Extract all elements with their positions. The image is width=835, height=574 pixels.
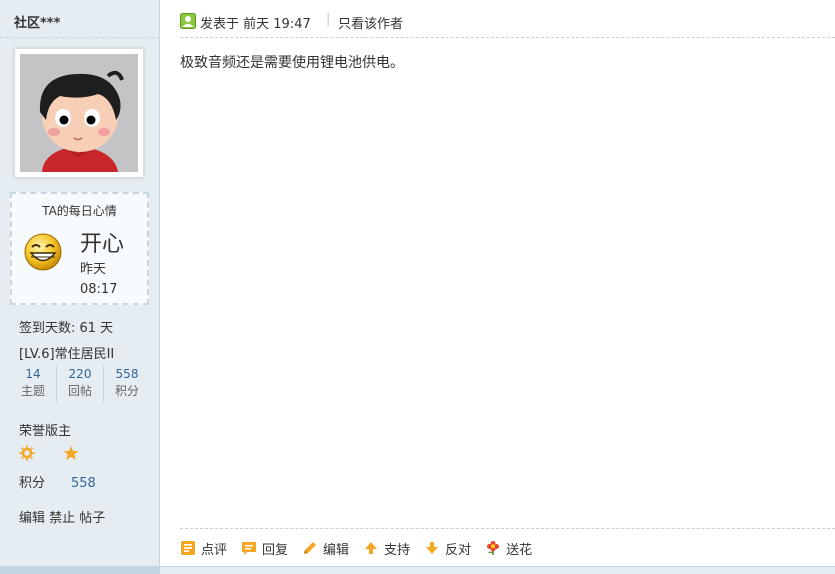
posted-label: 发表于 [200,17,240,32]
score-value[interactable]: 558 [71,476,96,491]
user-level[interactable]: [LV.6]常住居民II [19,343,114,362]
score-label: 积分 [19,476,46,491]
reply-button[interactable]: 回复 [241,539,288,558]
divider [180,528,835,529]
post-bottom-bar [160,566,835,574]
star-icon [63,445,79,465]
only-author-link[interactable]: 只看该作者 [338,13,403,32]
counter-points[interactable]: 558 积分 [103,366,150,402]
score-row: 积分 558 [19,472,96,491]
happy-face-icon [23,232,63,276]
reply-icon [242,542,257,555]
avatar-frame[interactable] [14,48,144,178]
sun-icon [19,445,35,465]
edit-label: 编辑 [323,542,350,558]
support-button[interactable]: 支持 [363,539,410,558]
daily-mood-box: TA的每日心情 开心 昨天 08:17 [10,192,149,305]
thumb-down-icon [426,542,439,554]
online-user-icon [180,13,196,33]
counter-label: 主题 [20,384,45,398]
counter-value[interactable]: 14 [10,366,56,383]
counter-label: 积分 [114,384,139,398]
edit-icon [304,542,317,554]
moon-icon [41,445,57,465]
username[interactable]: 社区*** [14,12,60,31]
sign-days: 签到天数: 61 天 [19,321,114,336]
rank-medals [19,445,79,465]
user-group[interactable]: 荣誉版主 [19,420,71,439]
counter-value[interactable]: 220 [57,366,103,383]
user-sidebar: 社区*** TA的每日心情 开心 昨天 08:17 签到天数: 61 天 [LV… [0,0,160,574]
counter-label: 回帖 [67,384,92,398]
edit-button[interactable]: 编辑 [302,539,349,558]
flower-icon [487,541,500,555]
counter-value[interactable]: 558 [104,366,150,383]
support-label: 支持 [384,542,411,558]
send-flower-label: 送花 [506,542,533,558]
comment-label: 点评 [201,542,228,558]
admin-links[interactable]: 编辑 禁止 帖子 [19,507,105,526]
oppose-button[interactable]: 反对 [424,539,471,558]
reply-label: 回复 [262,542,289,558]
counter-replies[interactable]: 220 回帖 [56,366,103,402]
post-content: 极致音频还是需要使用锂电池供电。 [180,55,404,71]
mood-time: 昨天 08:17 [80,262,118,297]
counter-topics[interactable]: 14 主题 [10,366,56,402]
divider [0,37,160,38]
post-actions: 点评 回复 编辑 支持 反对 送花 [180,538,546,558]
avatar[interactable] [20,54,138,172]
posted-time: 前天 19:47 [243,17,311,32]
user-counters: 14 主题 220 回帖 558 积分 [10,366,150,402]
post-header: 发表于 前天 19:47 | 只看该作者 [180,12,835,38]
send-flower-button[interactable]: 送花 [485,539,532,558]
mood-word: 开心 [80,232,125,257]
sidebar-bottom-bar [0,566,160,574]
comment-icon [181,541,195,555]
post-time: 发表于 前天 19:47 [200,13,311,32]
mood-title: TA的每日心情 [42,204,117,218]
thumb-up-icon [365,542,378,554]
comment-button[interactable]: 点评 [180,539,227,558]
header-separator: | [326,12,331,27]
oppose-label: 反对 [445,542,472,558]
